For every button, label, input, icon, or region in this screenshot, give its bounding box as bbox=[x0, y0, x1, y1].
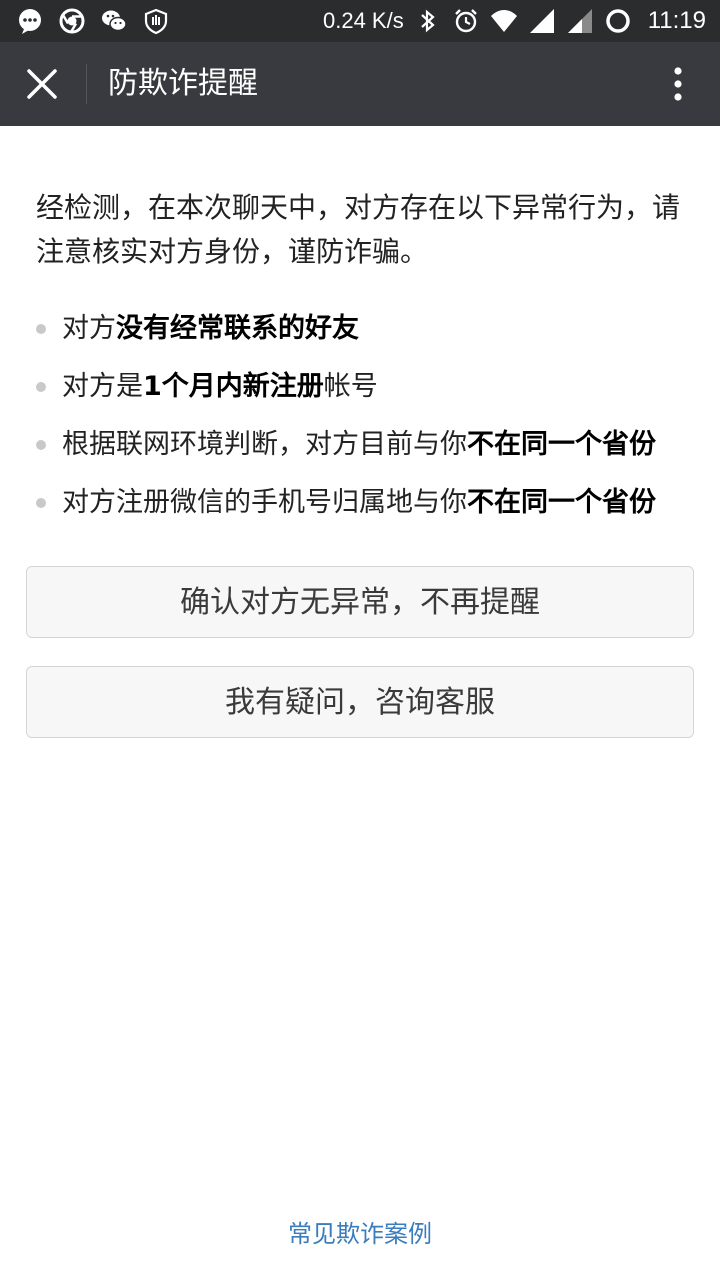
item-prefix: 对方 bbox=[62, 313, 116, 344]
more-options-button[interactable] bbox=[656, 42, 700, 126]
bullet-dot bbox=[36, 498, 46, 508]
title-divider bbox=[86, 64, 87, 104]
list-item: 对方没有经常联系的好友 bbox=[36, 300, 686, 358]
item-highlight: 1个月内新注册 bbox=[143, 371, 324, 402]
fraud-cases-link[interactable]: 常见欺诈案例 bbox=[0, 1214, 720, 1249]
page-title: 防欺诈提醒 bbox=[108, 66, 258, 101]
item-suffix: 帐号 bbox=[323, 371, 378, 402]
status-system: 0.24 K/s 11:19 bbox=[323, 0, 706, 42]
title-bar: 防欺诈提醒 bbox=[0, 42, 720, 126]
chrome-icon bbox=[59, 8, 85, 34]
warning-intro: 经检测，在本次聊天中，对方存在以下异常行为，请注意核实对方身份，谨防诈骗。 bbox=[36, 191, 681, 268]
message-bubble-icon bbox=[19, 9, 41, 34]
alarm-icon bbox=[454, 9, 477, 33]
more-vertical-icon bbox=[674, 67, 682, 101]
bullet-dot bbox=[36, 440, 46, 450]
bluetooth-icon bbox=[420, 9, 435, 33]
list-item: 对方是1个月内新注册帐号 bbox=[36, 358, 686, 416]
item-highlight: 不在同一个省份 bbox=[467, 429, 656, 460]
confirm-no-abnormal-button[interactable]: 确认对方无异常，不再提醒 bbox=[26, 566, 694, 638]
wifi-icon bbox=[490, 10, 517, 32]
bullet-dot bbox=[36, 382, 46, 392]
close-button[interactable] bbox=[0, 42, 84, 126]
item-prefix: 根据联网环境判断，对方目前与你 bbox=[62, 429, 467, 460]
warning-content: 经检测，在本次聊天中，对方存在以下异常行为，请注意核实对方身份，谨防诈骗。 对方… bbox=[36, 186, 686, 532]
signal-icon-1 bbox=[529, 9, 554, 33]
wechat-icon bbox=[102, 10, 127, 32]
clock: 11:19 bbox=[647, 7, 706, 34]
status-bar: 0.24 K/s 11:19 bbox=[0, 0, 720, 42]
network-speed: 0.24 K/s bbox=[323, 8, 404, 33]
close-icon bbox=[27, 69, 57, 99]
status-notifications bbox=[16, 0, 170, 42]
item-prefix: 对方注册微信的手机号归属地与你 bbox=[62, 487, 467, 518]
battery-ring-icon bbox=[605, 9, 630, 33]
abnormal-behavior-list: 对方没有经常联系的好友 对方是1个月内新注册帐号 根据联网环境判断，对方目前与你… bbox=[36, 300, 686, 532]
screen: 0.24 K/s 11:19 防欺诈提醒 经检测，在本次聊天中，对方存在以下异常… bbox=[0, 0, 720, 1280]
bullet-dot bbox=[36, 324, 46, 334]
item-highlight: 没有经常联系的好友 bbox=[116, 313, 359, 344]
item-highlight: 不在同一个省份 bbox=[467, 487, 656, 518]
consult-customer-service-button[interactable]: 我有疑问，咨询客服 bbox=[26, 666, 694, 738]
signal-icon-2 bbox=[567, 9, 592, 33]
list-item: 根据联网环境判断，对方目前与你不在同一个省份 bbox=[36, 416, 686, 474]
shield-hand-icon bbox=[144, 8, 168, 35]
list-item: 对方注册微信的手机号归属地与你不在同一个省份 bbox=[36, 474, 686, 532]
item-prefix: 对方是 bbox=[62, 371, 143, 402]
